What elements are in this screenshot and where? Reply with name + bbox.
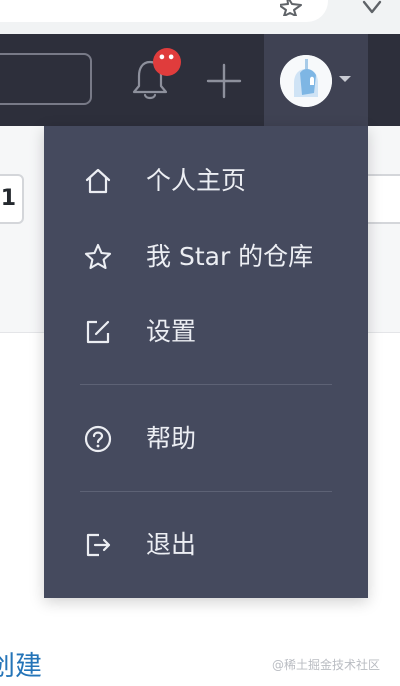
create-link[interactable]: 创建 — [0, 644, 42, 683]
avatar — [280, 55, 332, 107]
menu-divider — [80, 384, 332, 385]
create-plus-icon[interactable] — [206, 63, 242, 99]
menu-divider — [80, 491, 332, 492]
menu-item-label: 设置 — [146, 317, 197, 346]
search-input[interactable] — [0, 53, 92, 105]
menu-item-label: 我 Star 的仓库 — [146, 242, 314, 271]
user-dropdown-menu: 个人主页 我 Star 的仓库 设置 帮助 退出 — [44, 126, 368, 598]
menu-item-settings[interactable]: 设置 — [44, 304, 368, 360]
help-icon — [84, 425, 112, 453]
address-bar[interactable] — [0, 0, 328, 22]
menu-item-label: 帮助 — [146, 424, 197, 453]
user-menu-toggle[interactable] — [264, 34, 368, 126]
edit-icon — [86, 320, 110, 344]
menu-item-logout[interactable]: 退出 — [44, 517, 368, 573]
home-icon — [85, 168, 111, 194]
menu-item-label: 个人主页 — [146, 166, 247, 195]
bookmark-star-icon[interactable] — [280, 0, 304, 16]
browser-toolbar — [0, 0, 400, 34]
menu-item-help[interactable]: 帮助 — [44, 411, 368, 467]
browser-menu-chevron-icon[interactable] — [362, 0, 382, 14]
chevron-down-icon — [339, 76, 351, 82]
page-number[interactable]: 1 — [0, 174, 24, 224]
menu-item-profile[interactable]: 个人主页 — [44, 153, 368, 209]
avatar-image-icon — [280, 55, 332, 107]
menu-item-label: 退出 — [146, 530, 197, 559]
logout-icon — [86, 533, 111, 557]
menu-item-starred-repos[interactable]: 我 Star 的仓库 — [44, 229, 368, 285]
notification-badge: •• — [153, 48, 181, 76]
watermark: @稀土掘金技术社区 — [272, 658, 381, 672]
app-header: •• — [0, 34, 400, 126]
star-icon — [84, 243, 112, 270]
